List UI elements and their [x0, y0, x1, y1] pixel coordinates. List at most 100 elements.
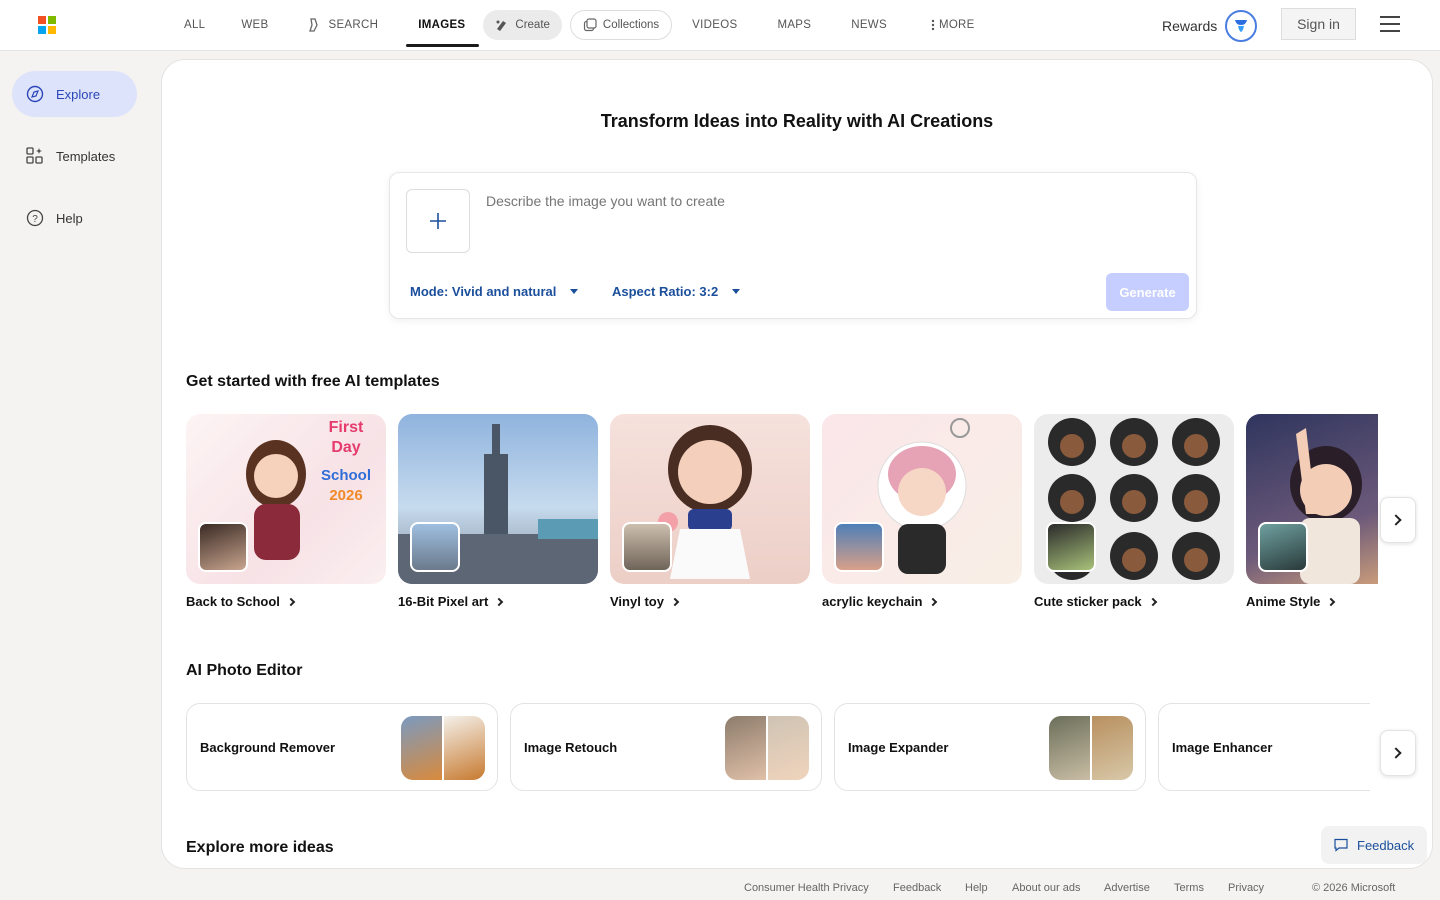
sidebar-item-help[interactable]: ? Help — [12, 195, 137, 241]
footer-link-feedback[interactable]: Feedback — [893, 882, 941, 894]
chevron-down-icon — [570, 289, 579, 294]
template-thumb — [410, 522, 460, 572]
templates-section-title: Get started with free AI templates — [186, 373, 440, 390]
template-image: First Day School 2026 — [186, 414, 386, 584]
aspect-ratio-label: Aspect Ratio: 3:2 — [612, 284, 719, 299]
explore-section-title: Explore more ideas — [186, 839, 334, 856]
svg-text:First: First — [329, 419, 364, 436]
page-title: Transform Ideas into Reality with AI Cre… — [600, 111, 994, 131]
nav-more[interactable]: MORE — [901, 0, 989, 50]
hamburger-menu-icon[interactable] — [1380, 16, 1400, 32]
template-label: Vinyl toy — [610, 594, 810, 609]
template-label: Cute sticker pack — [1034, 594, 1234, 609]
nav-search[interactable]: SEARCH — [282, 0, 392, 50]
template-label: 16-Bit Pixel art — [398, 594, 598, 609]
rewards-trophy-icon — [1225, 10, 1258, 42]
nav-maps[interactable]: MAPS — [751, 0, 825, 50]
template-thumb — [198, 522, 248, 572]
generate-label: Generate — [1119, 284, 1176, 300]
sidebar-item-label: Templates — [56, 148, 116, 164]
editor-card-image-enhancer[interactable]: Image Enhancer — [1158, 703, 1370, 791]
editor-card-label: Background Remover — [200, 739, 336, 755]
aspect-ratio-dropdown[interactable]: Aspect Ratio: 3:2 — [612, 284, 741, 299]
collections-icon — [583, 18, 597, 32]
template-thumb — [1258, 522, 1308, 572]
svg-text:Day: Day — [331, 439, 360, 456]
help-icon: ? — [26, 209, 44, 227]
rewards-button[interactable]: Rewards — [1162, 10, 1258, 42]
editor-next-button[interactable] — [1380, 730, 1416, 776]
nav-all[interactable]: ALL — [170, 0, 219, 50]
sidebar-item-explore[interactable]: Explore — [12, 71, 137, 117]
template-card[interactable]: Vinyl toy — [610, 414, 810, 609]
templates-carousel: First Day School 2026 Back to School 16-Bit… — [186, 414, 1378, 624]
chevron-right-icon — [1390, 747, 1402, 759]
editor-card-background-remover[interactable]: Background Remover — [186, 703, 498, 791]
chevron-right-icon — [929, 597, 938, 606]
sign-in-button[interactable]: Sign in — [1281, 8, 1356, 40]
nav-label: WEB — [241, 19, 269, 31]
editor-card-image-expander[interactable]: Image Expander — [834, 703, 1146, 791]
mode-label: Mode: Vivid and natural — [410, 284, 557, 299]
templates-icon — [26, 147, 43, 164]
microsoft-logo-icon[interactable] — [38, 16, 56, 34]
template-card[interactable]: Anime Style — [1246, 414, 1378, 609]
editor-carousel: Background Remover Image Retouch Image E… — [186, 703, 1370, 793]
footer-link-consumer-health-privacy[interactable]: Consumer Health Privacy — [744, 882, 869, 894]
chevron-right-icon — [670, 597, 680, 606]
templates-next-button[interactable] — [1380, 497, 1416, 543]
footer-link-about-our-ads[interactable]: About our ads — [1012, 882, 1081, 894]
sidebar-item-templates[interactable]: Templates — [12, 133, 137, 179]
template-card[interactable]: acrylic keychain — [822, 414, 1022, 609]
top-header: ALL WEB SEARCH IMAGES Create Collections… — [0, 0, 1440, 51]
rewards-label: Rewards — [1162, 18, 1218, 34]
nav-web[interactable]: WEB — [219, 0, 282, 50]
sign-in-label: Sign in — [1297, 16, 1340, 32]
nav-label: MAPS — [777, 19, 812, 31]
editor-card-label: Image Enhancer — [1172, 739, 1273, 755]
editor-card-label: Image Expander — [848, 739, 949, 755]
nav-label: IMAGES — [418, 19, 466, 31]
editor-card-label: Image Retouch — [524, 739, 618, 755]
nav-label: SEARCH — [328, 19, 379, 31]
nav-label: MORE — [938, 19, 975, 31]
editor-card-image-retouch[interactable]: Image Retouch — [510, 703, 822, 791]
template-card[interactable]: Cute sticker pack — [1034, 414, 1234, 609]
footer-link-advertise[interactable]: Advertise — [1104, 882, 1150, 894]
nav-label: VIDEOS — [692, 19, 738, 31]
svg-text:School: School — [321, 467, 371, 484]
nav-news[interactable]: NEWS — [825, 0, 901, 50]
footer-link-privacy[interactable]: Privacy — [1228, 882, 1264, 894]
template-thumb — [834, 522, 884, 572]
more-dots-icon — [931, 19, 935, 31]
sidebar-item-label: Explore — [56, 86, 101, 102]
feedback-label: Feedback — [1357, 837, 1415, 853]
prompt-input[interactable] — [486, 193, 1086, 209]
nav-create[interactable]: Create — [483, 10, 562, 40]
template-label: Back to School — [186, 594, 386, 609]
feedback-button[interactable]: Feedback — [1321, 826, 1427, 864]
template-image — [398, 414, 598, 584]
template-card[interactable]: First Day School 2026 Back to School — [186, 414, 386, 609]
nav-images[interactable]: IMAGES — [392, 0, 480, 50]
template-card[interactable]: 16-Bit Pixel art — [398, 414, 598, 609]
nav-label: Collections — [602, 19, 660, 31]
explore-icon — [26, 85, 44, 103]
generate-button[interactable]: Generate — [1106, 273, 1189, 311]
nav-label: NEWS — [851, 19, 887, 31]
footer-link-terms[interactable]: Terms — [1174, 882, 1204, 894]
chevron-right-icon — [286, 597, 296, 606]
add-image-button[interactable] — [406, 189, 470, 253]
nav-label: ALL — [184, 19, 206, 31]
footer-link-help[interactable]: Help — [965, 882, 988, 894]
template-thumb — [1046, 522, 1096, 572]
nav-videos[interactable]: VIDEOS — [676, 0, 751, 50]
sidebar-item-label: Help — [56, 210, 83, 226]
nav-collections[interactable]: Collections — [569, 10, 673, 40]
top-nav: ALL WEB SEARCH IMAGES Create Collections… — [170, 0, 989, 50]
nav-label: Create — [515, 19, 550, 31]
editor-section-title: AI Photo Editor — [186, 662, 303, 679]
chevron-right-icon — [1390, 514, 1402, 526]
copilot-search-icon — [309, 18, 319, 32]
mode-dropdown[interactable]: Mode: Vivid and natural — [410, 284, 579, 299]
